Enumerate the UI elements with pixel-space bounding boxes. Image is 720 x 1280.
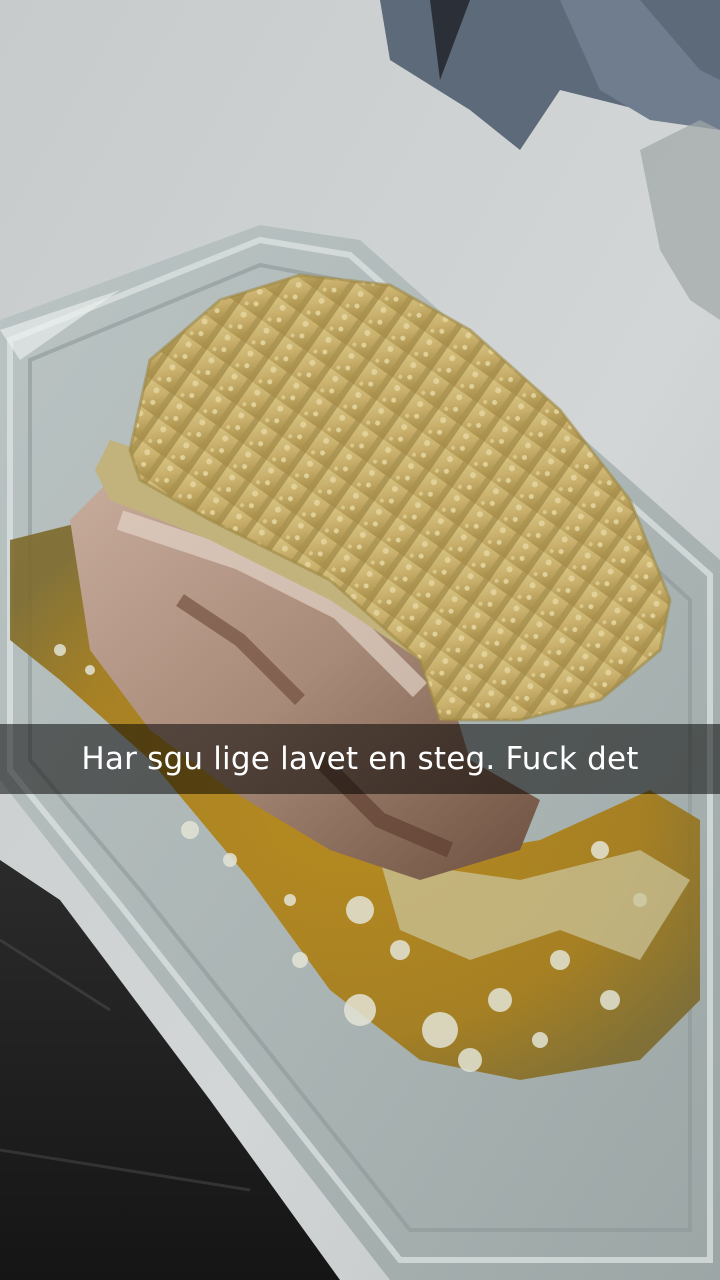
caption-text: Har sgu lige lavet en steg. Fuck det <box>81 740 639 777</box>
caption-bar: Har sgu lige lavet en steg. Fuck det <box>0 724 720 794</box>
photo-roast-pork <box>0 0 720 1280</box>
snap-view: Har sgu lige lavet en steg. Fuck det <box>0 0 720 1280</box>
